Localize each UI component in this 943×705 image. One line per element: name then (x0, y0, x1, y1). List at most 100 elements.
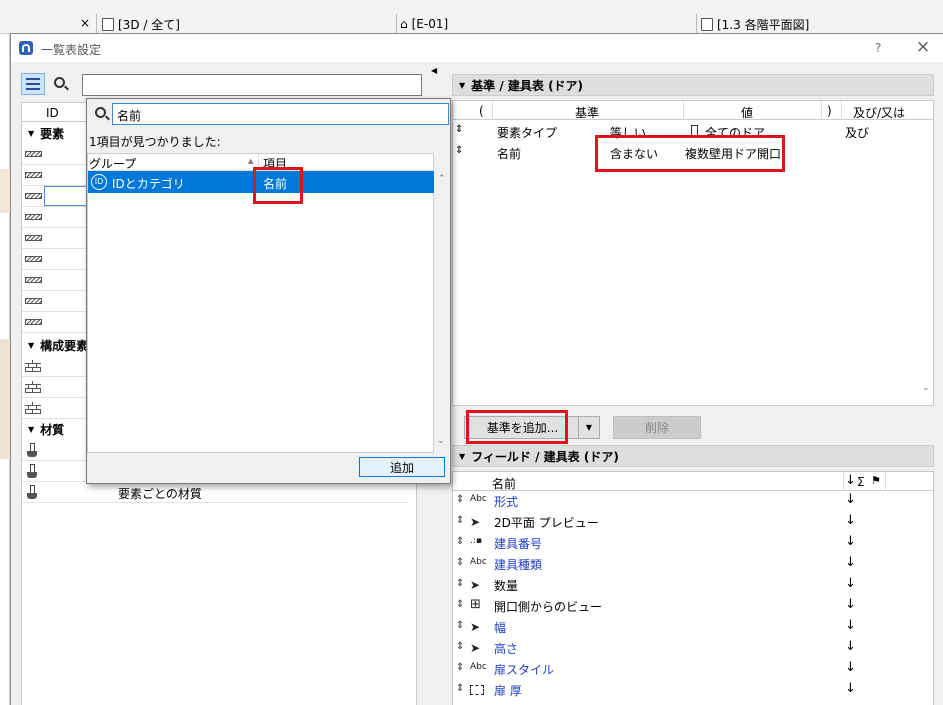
delete-criteria-button[interactable]: 削除 (613, 416, 701, 439)
criteria-grid: ( 基準 値 ) 及び/又は ⇕ 要素タイプ 等しい 全てのドア 及び ⇕ 名前… (452, 100, 934, 406)
drag-handle-icon[interactable]: ⇕ (456, 599, 464, 610)
dialog-titlebar: 一覧表設定 ? × (11, 34, 943, 62)
field-name: 数量 (494, 579, 519, 593)
help-button[interactable]: ? (875, 41, 881, 55)
add-criteria-button[interactable]: 基準を追加... (464, 416, 581, 439)
sort-arrow-icon[interactable]: ↓ (845, 576, 856, 591)
col-item-header[interactable]: 項目 (263, 155, 287, 172)
col-group-header[interactable]: グループ (89, 155, 136, 172)
field-row[interactable]: ⇕ Abc 形式 ↓ (453, 491, 918, 512)
result-group: IDとカテゴリ (112, 177, 185, 191)
result-row[interactable]: ID IDとカテゴリ 名前 (88, 171, 434, 193)
field-row[interactable]: ⇕ 扉 厚 ↓ (453, 680, 918, 701)
sort-arrow-icon[interactable]: ↓ (845, 513, 856, 528)
criteria-section-header[interactable]: ▼ 基準 / 建具表 (ドア) (452, 74, 934, 96)
drag-handle-icon[interactable]: ⇕ (456, 515, 464, 526)
field-row[interactable]: ⇕ ➤ 幅 ↓ (453, 617, 918, 638)
drag-handle-icon[interactable]: ⇕ (456, 620, 464, 631)
fields-grid: 名前 ↓ Σ ⚑ ⇕ Abc 形式 ↓ ⇕ ➤ 2D平面 プレビュー ↓ ⇕ .:▪ 建具番号 ↓… (452, 471, 934, 705)
col-name-header: 名前 (492, 477, 517, 491)
scroll-down-icon[interactable]: ⌄ (922, 383, 930, 393)
scroll-up-icon[interactable]: ⌃ (438, 174, 446, 184)
sort-arrow-icon[interactable]: ↓ (845, 639, 856, 654)
criteria-value[interactable]: 複数壁用ドア開口 (685, 145, 781, 162)
flag-icon[interactable]: ⚑ (871, 474, 881, 487)
sort-arrow-icon[interactable]: ↓ (845, 681, 856, 696)
popup-add-button[interactable]: 追加 (359, 457, 445, 477)
paint-brush-icon (27, 443, 37, 458)
add-criteria-label: 基準を追加... (486, 421, 559, 435)
list-item[interactable]: 要素ごとの材質 (22, 482, 407, 503)
field-name: 高さ (494, 642, 519, 656)
sort-arrow-icon[interactable]: ↓ (845, 597, 856, 612)
criteria-operator[interactable]: 含まない (610, 145, 658, 162)
drag-handle-icon[interactable]: ⇕ (455, 124, 463, 135)
collapse-arrow-icon[interactable]: ◀ (431, 66, 437, 75)
id-category-icon: ID (91, 174, 107, 190)
cursor-icon: ➤ (470, 641, 481, 655)
sort-arrow-icon[interactable]: ↓ (845, 534, 856, 549)
add-criteria-dropdown[interactable]: ▼ (578, 416, 600, 439)
field-row[interactable]: ⇕ ⊞ 開口側からのビュー ↓ (453, 596, 918, 617)
sort-arrow-icon[interactable]: ↓ (845, 555, 856, 570)
drag-handle-icon[interactable]: ⇕ (456, 536, 464, 547)
drag-handle-icon[interactable]: ⇕ (456, 683, 464, 694)
popup-search-input[interactable]: 名前 (112, 103, 449, 125)
tab-close-icon[interactable]: × (80, 16, 90, 30)
sort-arrow-icon[interactable]: ↓ (845, 473, 856, 488)
sort-arrow-icon[interactable]: ↓ (845, 492, 856, 507)
composite-icon (25, 402, 41, 414)
scroll-down-icon[interactable]: ⌄ (437, 436, 445, 446)
drag-handle-icon[interactable]: ⇕ (456, 578, 464, 589)
result-item: 名前 (263, 177, 288, 191)
criteria-value[interactable]: 全てのドア (705, 124, 765, 141)
criteria-row[interactable]: ⇕ 名前 含まない 複数壁用ドア開口 (453, 142, 919, 163)
field-name: 2D平面 プレビュー (494, 516, 599, 530)
search-icon-handle (64, 85, 69, 91)
drag-handle-icon[interactable]: ⇕ (456, 494, 464, 505)
criteria-grid-header: ( 基準 値 ) 及び/又は (453, 101, 934, 120)
criteria-field[interactable]: 要素タイプ (497, 124, 557, 141)
section-materials[interactable]: ▼ 材質 (28, 421, 64, 438)
drag-handle-icon[interactable]: ⇕ (456, 557, 464, 568)
criteria-field[interactable]: 名前 (497, 145, 521, 162)
tab-3d[interactable]: [3D / 全て] (102, 14, 180, 34)
col-sum-header[interactable]: Σ (857, 475, 865, 489)
col-criteria: 基準 (575, 106, 600, 120)
field-row[interactable]: ⇕ Abc 建具種類 ↓ (453, 554, 918, 575)
collapse-triangle-icon: ▼ (459, 80, 466, 90)
material-row-label: 要素ごとの材質 (118, 487, 202, 501)
field-row[interactable]: ⇕ Abc 扉スタイル ↓ (453, 659, 918, 680)
hatch-icon (25, 151, 42, 157)
field-row[interactable]: ⇕ .:▪ 建具番号 ↓ (453, 533, 918, 554)
drag-handle-icon[interactable]: ⇕ (455, 145, 463, 156)
left-search-input[interactable] (82, 74, 422, 96)
field-name: 建具種類 (494, 558, 543, 572)
criteria-row[interactable]: ⇕ 要素タイプ 等しい 全てのドア 及び (453, 121, 919, 142)
field-row[interactable]: ⇕ ➤ 2D平面 プレビュー ↓ (453, 512, 918, 533)
cursor-icon: ➤ (470, 578, 481, 592)
door-icon (691, 125, 698, 137)
sort-arrow-icon[interactable]: ↓ (845, 618, 856, 633)
composite-icon (25, 360, 41, 372)
tab-elevation[interactable]: ⌂ [E-01] (400, 14, 448, 34)
sort-arrow-icon[interactable]: ↓ (845, 660, 856, 675)
field-row[interactable]: ⇕ ➤ 数量 ↓ (453, 575, 918, 596)
criteria-operator[interactable]: 等しい (610, 124, 646, 141)
sort-up-icon: ▲ (248, 157, 254, 165)
cursor-icon: ➤ (470, 515, 481, 529)
hatch-icon (25, 256, 42, 262)
drag-handle-icon[interactable]: ⇕ (456, 641, 464, 652)
criteria-scrollbar[interactable]: ⌄ (918, 121, 934, 405)
tab-floor-plan[interactable]: [1.3 各階平面図] (701, 14, 809, 34)
section-elements[interactable]: ▼ 要素 (28, 125, 64, 142)
list-view-button[interactable] (21, 73, 45, 95)
close-button[interactable]: × (916, 37, 930, 57)
criteria-and-or[interactable]: 及び (845, 124, 869, 141)
field-row[interactable]: ⇕ ➤ 高さ ↓ (453, 638, 918, 659)
drag-handle-icon[interactable]: ⇕ (456, 662, 464, 673)
fields-section-header[interactable]: ▼ フィールド / 建具表 (ドア) (452, 445, 934, 467)
col-id-header: ID (46, 106, 59, 120)
section-materials-label: 材質 (40, 423, 65, 437)
section-components[interactable]: ▼ 構成要素 (28, 337, 88, 354)
